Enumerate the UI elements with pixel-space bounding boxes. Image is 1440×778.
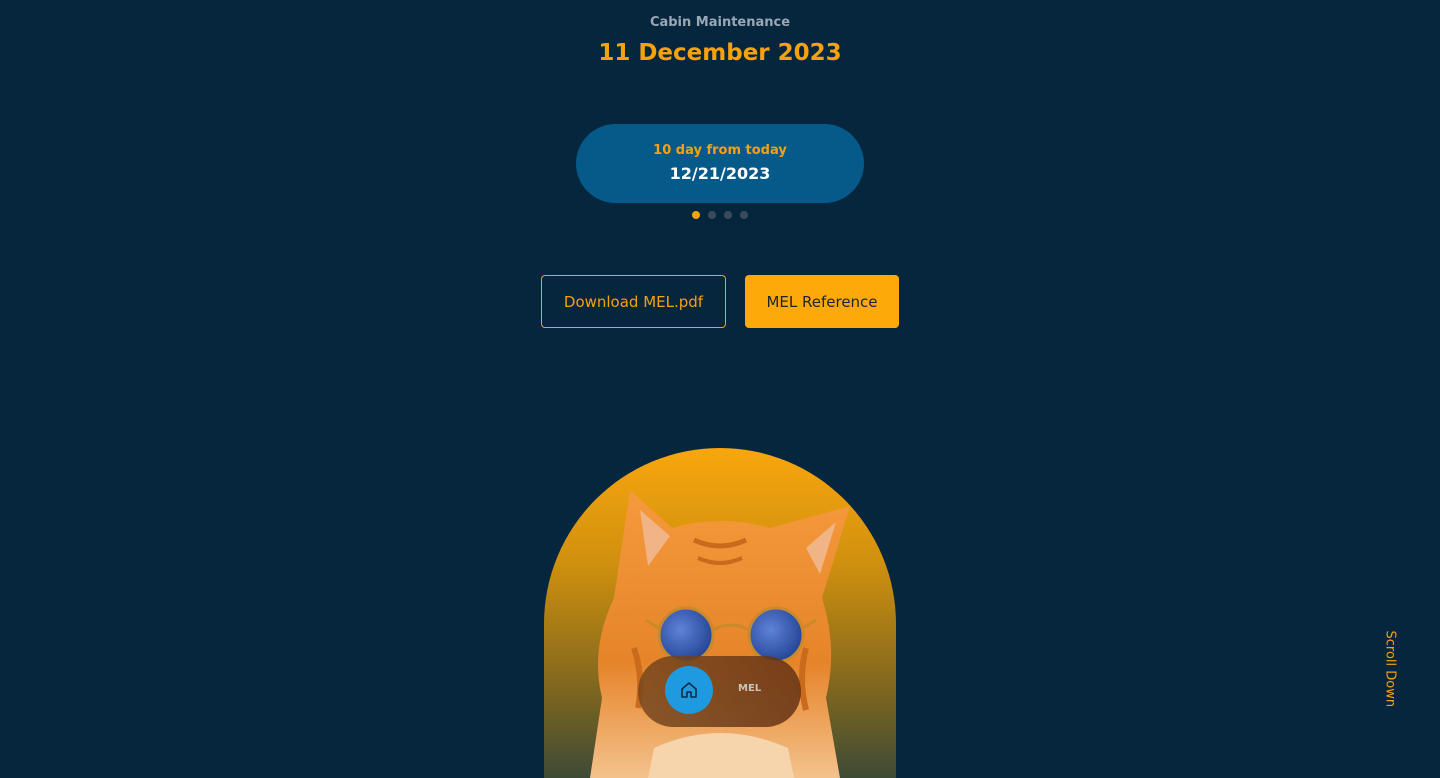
download-mel-button[interactable]: Download MEL.pdf — [541, 275, 726, 328]
hero-arch — [544, 448, 896, 778]
page-subtitle: Cabin Maintenance — [649, 15, 791, 30]
carousel-dots — [692, 211, 748, 219]
date-offset-card[interactable]: 10 day from today 12/21/2023 — [576, 124, 864, 203]
carousel-dot-2[interactable] — [708, 211, 716, 219]
carousel-dot-4[interactable] — [740, 211, 748, 219]
nav-mel-link[interactable]: MEL — [738, 683, 761, 694]
page-title-date: 11 December 2023 — [598, 40, 842, 66]
card-caption: 10 day from today — [653, 143, 787, 158]
home-icon — [681, 682, 697, 698]
mel-reference-button[interactable]: MEL Reference — [745, 275, 899, 328]
carousel-dot-1[interactable] — [692, 211, 700, 219]
cat-illustration — [590, 490, 850, 778]
card-date-value: 12/21/2023 — [669, 164, 771, 183]
home-button[interactable] — [665, 666, 713, 714]
bottom-nav-pill: MEL — [638, 656, 801, 727]
scroll-down-hint[interactable]: Scroll Down — [1383, 631, 1398, 708]
carousel-dot-3[interactable] — [724, 211, 732, 219]
